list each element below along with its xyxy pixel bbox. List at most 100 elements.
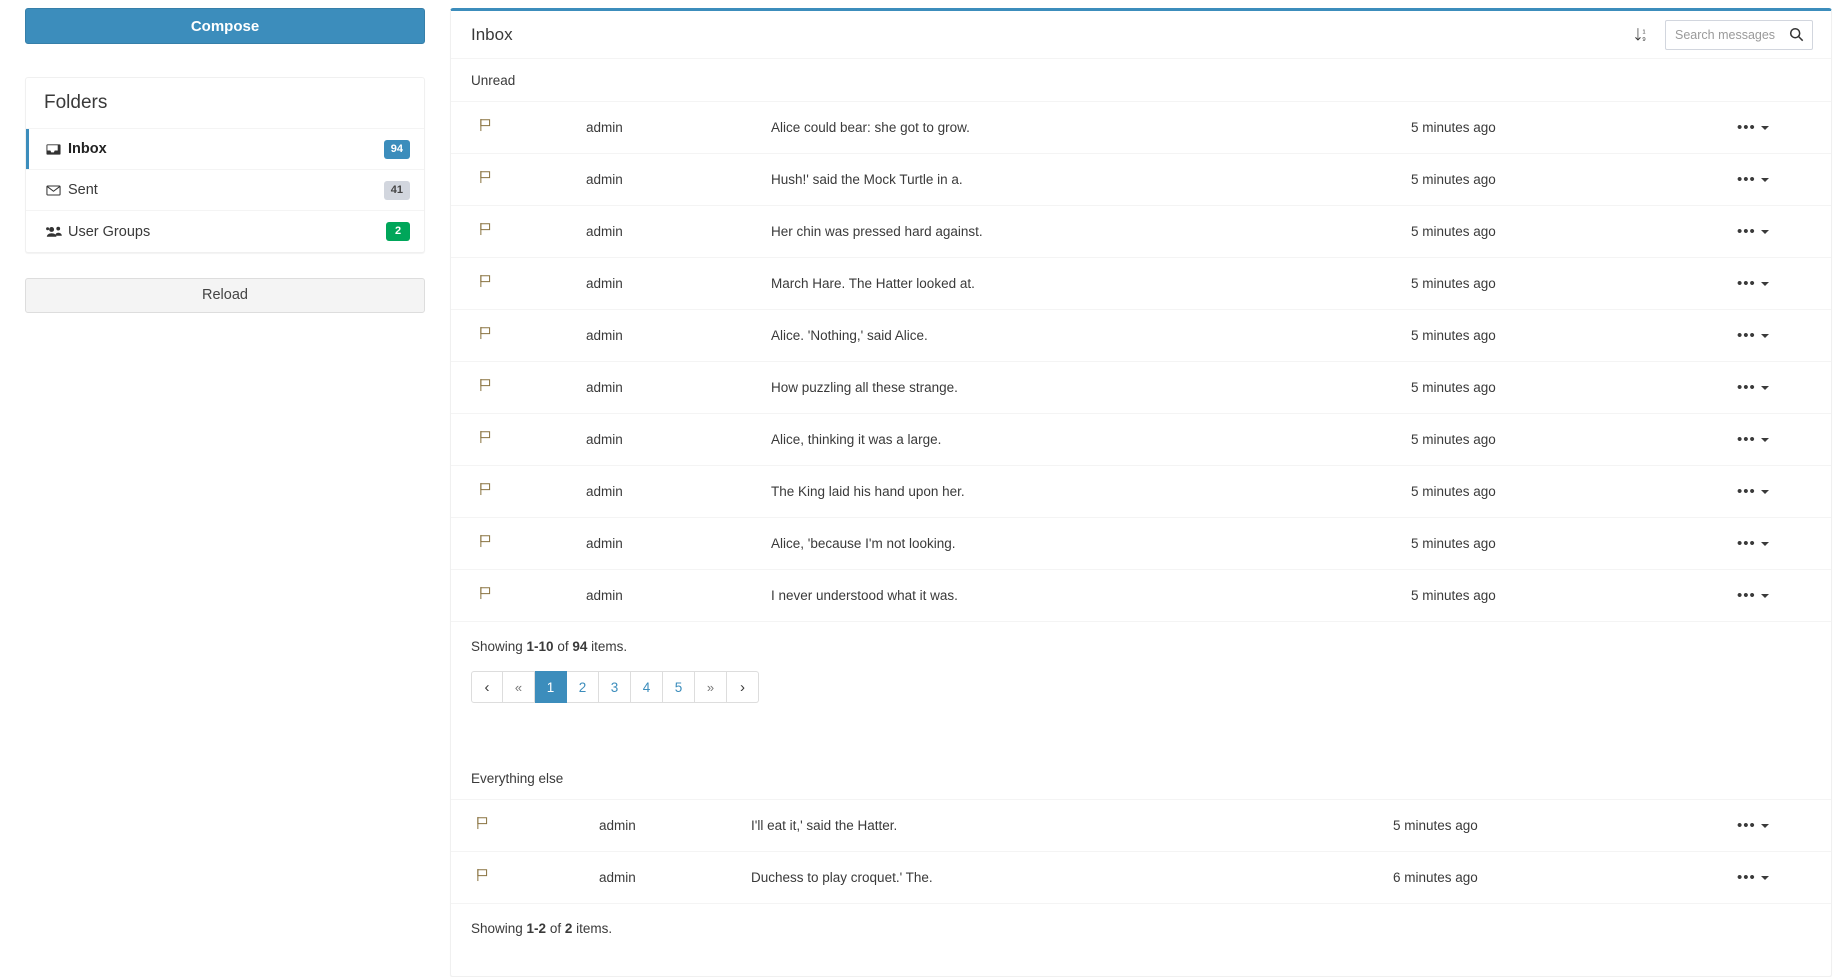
message-time: 5 minutes ago — [1411, 224, 1496, 239]
summary-middle: of — [553, 639, 573, 654]
summary-total: 94 — [572, 639, 588, 654]
search-input[interactable] — [1666, 20, 1787, 49]
flag-icon[interactable] — [479, 326, 492, 340]
ellipsis-caret-icon[interactable]: ••• — [1731, 587, 1775, 605]
ellipsis-caret-icon[interactable]: ••• — [1731, 119, 1775, 137]
pagination-page-1[interactable]: 1 — [535, 671, 567, 703]
message-subject: Duchess to play croquet.' The. — [751, 870, 933, 885]
message-time: 5 minutes ago — [1411, 276, 1496, 291]
table-row[interactable]: admin Duchess to play croquet.' The. 6 m… — [451, 851, 1831, 904]
message-time: 5 minutes ago — [1411, 432, 1496, 447]
message-subject: March Hare. The Hatter looked at. — [771, 276, 975, 291]
table-row[interactable]: admin Hush!' said the Mock Turtle in a. … — [451, 153, 1831, 206]
message-sender: admin — [586, 432, 623, 447]
flag-icon[interactable] — [479, 378, 492, 392]
sidebar-item-label: Inbox — [68, 141, 107, 157]
pagination-page-4[interactable]: 4 — [631, 671, 663, 703]
table-row[interactable]: admin Her chin was pressed hard against.… — [451, 205, 1831, 258]
pagination-page-3[interactable]: 3 — [599, 671, 631, 703]
compose-button[interactable]: Compose — [25, 8, 425, 44]
sidebar-item-label: User Groups — [68, 223, 151, 240]
pagination-prev-arrow[interactable]: ‹ — [471, 671, 503, 703]
flag-icon[interactable] — [479, 118, 492, 132]
flag-icon[interactable] — [479, 430, 492, 444]
table-row[interactable]: admin I never understood what it was. 5 … — [451, 569, 1831, 622]
flag-icon[interactable] — [476, 868, 489, 882]
message-subject: Alice could bear: she got to grow. — [771, 120, 970, 135]
message-subject: Hush!' said the Mock Turtle in a. — [771, 172, 963, 187]
ellipsis-caret-icon[interactable]: ••• — [1731, 431, 1775, 449]
message-sender: admin — [586, 380, 623, 395]
table-row[interactable]: admin I'll eat it,' said the Hatter. 5 m… — [451, 799, 1831, 852]
search-box[interactable] — [1665, 19, 1813, 50]
table-row[interactable]: admin March Hare. The Hatter looked at. … — [451, 257, 1831, 310]
message-time: 5 minutes ago — [1411, 328, 1496, 343]
table-row[interactable]: admin Alice, 'because I'm not looking. 5… — [451, 517, 1831, 570]
flag-icon[interactable] — [476, 816, 489, 830]
panel-header: Inbox 1 9 — [451, 11, 1831, 59]
table-row[interactable]: admin Alice. 'Nothing,' said Alice. 5 mi… — [451, 309, 1831, 362]
pagination-last[interactable]: » — [695, 671, 727, 703]
folder-list: Inbox 94 Sent 41 User Groups 2 — [26, 129, 424, 252]
pagination-next-arrow[interactable]: › — [727, 671, 759, 703]
message-sender: admin — [586, 328, 623, 343]
sidebar-item-label: Sent — [68, 182, 98, 198]
pagination-page-2[interactable]: 2 — [567, 671, 599, 703]
sidebar-item-sent[interactable]: Sent 41 — [26, 170, 424, 211]
ellipsis-caret-icon[interactable]: ••• — [1731, 275, 1775, 293]
table-row[interactable]: admin Alice could bear: she got to grow.… — [451, 101, 1831, 154]
summary-everything-else: Showing 1-2 of 2 items. — [451, 904, 1831, 936]
message-subject: Alice, 'because I'm not looking. — [771, 536, 956, 551]
flag-icon[interactable] — [479, 274, 492, 288]
summary-prefix: Showing — [471, 639, 527, 654]
message-table-unread: admin Alice could bear: she got to grow.… — [451, 101, 1831, 622]
message-panel: Inbox 1 9 Search messages Unread admin A… — [450, 8, 1832, 977]
search-icon[interactable] — [1787, 27, 1812, 42]
flag-icon[interactable] — [479, 586, 492, 600]
ellipsis-caret-icon[interactable]: ••• — [1731, 483, 1775, 501]
ellipsis-caret-icon[interactable]: ••• — [1731, 327, 1775, 345]
sidebar-item-inbox[interactable]: Inbox 94 — [26, 129, 424, 170]
summary-suffix: items. — [572, 921, 613, 936]
flag-icon[interactable] — [479, 170, 492, 184]
message-sender: admin — [586, 224, 623, 239]
sidebar-badge-inbox: 94 — [383, 139, 410, 159]
header-tools: 1 9 — [1628, 19, 1813, 50]
message-time: 5 minutes ago — [1411, 588, 1496, 603]
inbox-icon — [46, 142, 68, 157]
sidebar: Compose Folders Inbox 94 Sent 41 User Gr… — [0, 8, 450, 313]
pagination-unread: ‹ « 1 2 3 4 5 » › — [451, 654, 1831, 703]
ellipsis-caret-icon[interactable]: ••• — [1731, 171, 1775, 189]
ellipsis-caret-icon[interactable]: ••• — [1731, 817, 1775, 835]
sidebar-item-user-groups[interactable]: User Groups 2 — [26, 211, 424, 252]
ellipsis-caret-icon[interactable]: ••• — [1731, 869, 1775, 887]
table-row[interactable]: admin How puzzling all these strange. 5 … — [451, 361, 1831, 414]
table-row[interactable]: admin Alice, thinking it was a large. 5 … — [451, 413, 1831, 466]
message-time: 5 minutes ago — [1393, 818, 1478, 833]
page-title: Inbox — [471, 24, 513, 44]
ellipsis-caret-icon[interactable]: ••• — [1731, 223, 1775, 241]
table-row[interactable]: admin The King laid his hand upon her. 5… — [451, 465, 1831, 518]
summary-range: 1-2 — [526, 921, 547, 936]
pagination-first[interactable]: « — [503, 671, 535, 703]
group-label-everything-else: Everything else — [471, 771, 564, 786]
summary-middle: of — [546, 921, 565, 936]
summary-prefix: Showing — [471, 921, 527, 936]
sort-numeric-down-icon[interactable]: 1 9 — [1628, 25, 1655, 45]
sidebar-badge-user-groups: 2 — [386, 222, 410, 241]
reload-button[interactable]: Reload — [25, 278, 425, 313]
flag-icon[interactable] — [479, 482, 492, 496]
message-sender: admin — [586, 172, 623, 187]
message-time: 5 minutes ago — [1411, 172, 1496, 187]
ellipsis-caret-icon[interactable]: ••• — [1731, 535, 1775, 553]
pagination-page-5[interactable]: 5 — [663, 671, 695, 703]
svg-text:1: 1 — [1642, 29, 1645, 35]
flag-icon[interactable] — [479, 222, 492, 236]
summary-unread: Showing 1-10 of 94 items. — [451, 622, 1831, 654]
message-time: 5 minutes ago — [1411, 536, 1496, 551]
ellipsis-caret-icon[interactable]: ••• — [1731, 379, 1775, 397]
panel-bottom-padding — [451, 936, 1831, 976]
message-sender: admin — [586, 276, 623, 291]
flag-icon[interactable] — [479, 534, 492, 548]
